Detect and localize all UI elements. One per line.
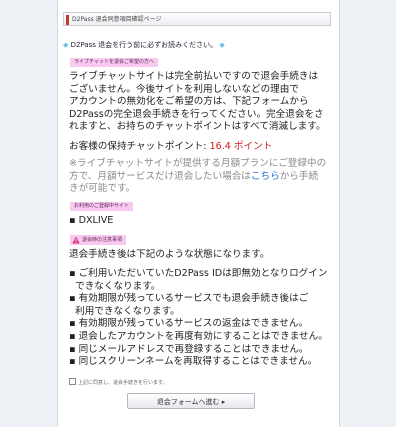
warning-list: ▪ ご利用いただいていたD2Pass IDは即無効となりログイン できなくなりま… [69,268,328,369]
chat-line: アカウントの無効化をご希望の方は、下記フォームから [69,96,309,108]
chat-section-tag: ライブチャットを退会ご希望の方へ [70,58,158,67]
diamond-icon: ◆ [219,41,225,49]
chat-line: ライブチャットサイトは完全前払いですので退会手続きは [69,71,319,82]
warning-tag-label: 退会時の注意事項 [82,237,123,243]
monthly-cancel-link[interactable]: こちら [251,171,280,182]
site-name: DXLIVE [78,215,114,226]
warning-section-tag: 退会時の注意事項 [70,235,127,245]
notice-line: きが可能です。 [69,183,136,195]
diamond-icon: ◆ [63,41,69,49]
page-title: D2Pass 退会同意項目確認ページ [72,16,162,23]
proceed-withdrawal-button[interactable]: 退会フォームへ進む ▸ [127,393,255,409]
lead-text: ◆ D2Pass 退会を行う前に必ずお読みください。 ◆ [63,40,225,50]
agree-checkbox[interactable] [69,378,76,385]
warning-item-cont: できなくなります。 [75,280,161,292]
warning-item-cont: 利用できなくなります。 [75,305,180,317]
chat-line: ございません。今後サイトを利用しないなどの理由で [69,83,299,95]
notice-line: 方で、月額サービスだけ退会したい場合は [69,170,251,182]
site-item: ▪ DXLIVE [69,215,114,226]
warning-item: ▪ 退会したアカウントを再度有効にすることはできません。 [69,330,328,342]
sites-section-tag: お利用のご登録中サイト [70,202,134,211]
agree-note-label: 上記に同意し、退会手続きを行います。 [78,380,168,386]
warning-intro: 退会手続き後は下記のような状態になります。 [69,249,270,260]
lead-label: D2Pass 退会を行う前に必ずお読みください。 [70,41,218,49]
warning-item: ▪ ご利用いただいていたD2Pass IDは即無効となりログイン [69,268,328,279]
points-value: 16.4 ポイント [209,141,273,152]
chat-line: れますと、お持ちのチャットポイントはすべて消滅します。 [69,121,326,133]
agree-note[interactable]: 上記に同意し、退会手続きを行います。 [69,378,168,386]
site-list: ▪ DXLIVE [69,215,113,228]
monthly-notice: ※ライブチャットサイトが提供する月額プランにご登録中の 方で、月額サービスだけ退… [69,158,326,196]
withdrawal-panel: D2Pass 退会同意項目確認ページ ◆ D2Pass 退会を行う前に必ずお読み… [57,0,340,427]
warning-item: ▪ 有効期限が残っているサービスでも退会手続き後はご [69,293,309,305]
warning-icon [72,236,80,244]
notice-line: ※ライブチャットサイトが提供する月額プランにご登録中の [69,158,327,169]
chat-line: D2Passの完全退会手続きを行ってください。完全退会をさ [69,108,324,120]
chat-paragraph: ライブチャットサイトは完全前払いですので退会手続きは ございません。今後サイトを… [69,71,326,134]
points-label: お客様の保持チャットポイント: [69,141,210,152]
warning-item: ▪ 同じメールアドレスで再登録することはできません。 [69,343,309,355]
warning-item: ▪ 有効期限が残っているサービスの返金はできません。 [69,318,309,330]
warning-item: ▪ 同じスクリーンネームを再取得することはできません。 [69,356,318,368]
page-header: D2Pass 退会同意項目確認ページ [63,12,331,26]
notice-after-link: から手続 [279,170,319,182]
header-accent-bar [66,15,69,25]
points-row: お客様の保持チャットポイント: 16.4 ポイント [69,141,272,154]
